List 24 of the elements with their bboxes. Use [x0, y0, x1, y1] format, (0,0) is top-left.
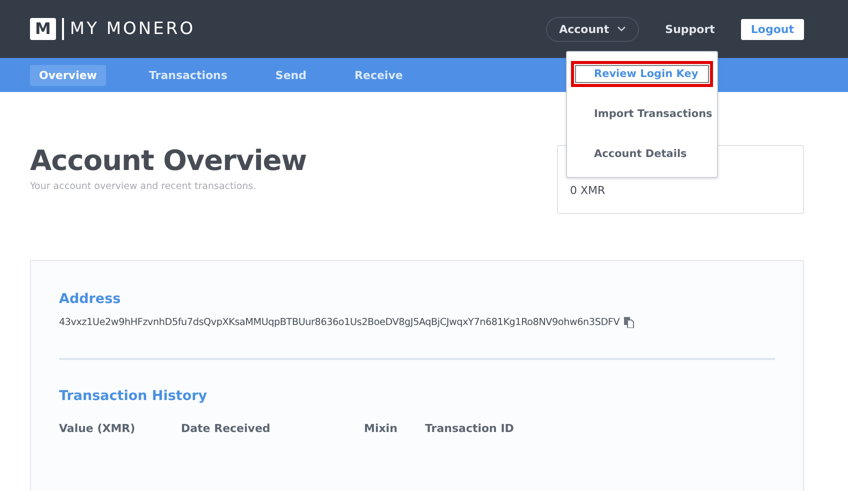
nav-tab[interactable]: Send — [266, 64, 316, 86]
column-header: Value (XMR) — [59, 422, 136, 435]
menu-item[interactable]: Review Login Key — [571, 61, 713, 87]
column-header: Mixin — [364, 422, 398, 435]
menu-item[interactable]: Account Details — [571, 141, 713, 167]
menu-item[interactable]: Import Transactions — [571, 101, 713, 127]
wallet-address: 43vxz1Ue2w9hHFzvnhD5fu7dsQvpXKsaMMUqpBTBUur8636o1Us2BoeDV8gJ5AqBjCJwqxY7n681Kg1Ro8NV9ohw6n3SDFV — [59, 317, 620, 328]
nav-tab[interactable]: Overview — [30, 64, 106, 86]
nav-tab[interactable]: Transactions — [140, 64, 236, 86]
logout-button[interactable]: Logout — [740, 18, 804, 40]
logo-text: MY MONERO — [62, 18, 196, 40]
copy-icon[interactable] — [624, 317, 634, 328]
address-heading: Address — [59, 291, 122, 307]
page-title: Account Overview — [30, 144, 307, 177]
support-link[interactable]: Support — [665, 22, 715, 36]
account-menu-button[interactable]: Account — [546, 16, 640, 42]
balance-value: 0 XMR — [570, 184, 606, 197]
column-header: Date Received — [181, 422, 272, 435]
history-heading: Transaction History — [59, 388, 208, 404]
page-subtitle: Your account overview and recent transactions. — [30, 181, 258, 192]
chevron-down-icon — [617, 26, 626, 32]
nav-tab[interactable]: Receive — [346, 64, 412, 86]
logo-mark: M — [30, 18, 56, 40]
column-header: Transaction ID — [425, 422, 515, 435]
